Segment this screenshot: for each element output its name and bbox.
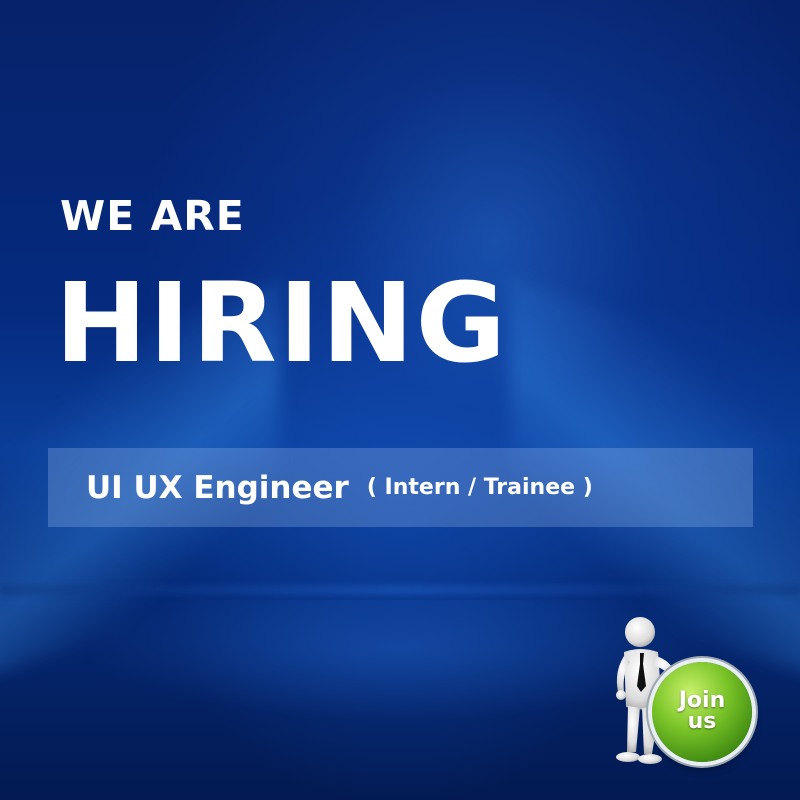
join-badge: Join us bbox=[600, 612, 770, 782]
position-title: UI UX Engineer bbox=[86, 469, 349, 506]
position-banner: UI UX Engineer ( Intern / Trainee ) bbox=[48, 448, 753, 527]
join-us-button[interactable]: Join us bbox=[652, 662, 752, 762]
horizon-line bbox=[0, 585, 800, 595]
join-us-label: Join us bbox=[678, 688, 726, 734]
headline-we-are: WE ARE bbox=[60, 192, 245, 240]
hiring-poster: WE ARE HIRING UI UX Engineer ( Intern / … bbox=[0, 0, 800, 800]
position-type: ( Intern / Trainee ) bbox=[366, 475, 593, 500]
headline-hiring: HIRING bbox=[55, 259, 508, 387]
